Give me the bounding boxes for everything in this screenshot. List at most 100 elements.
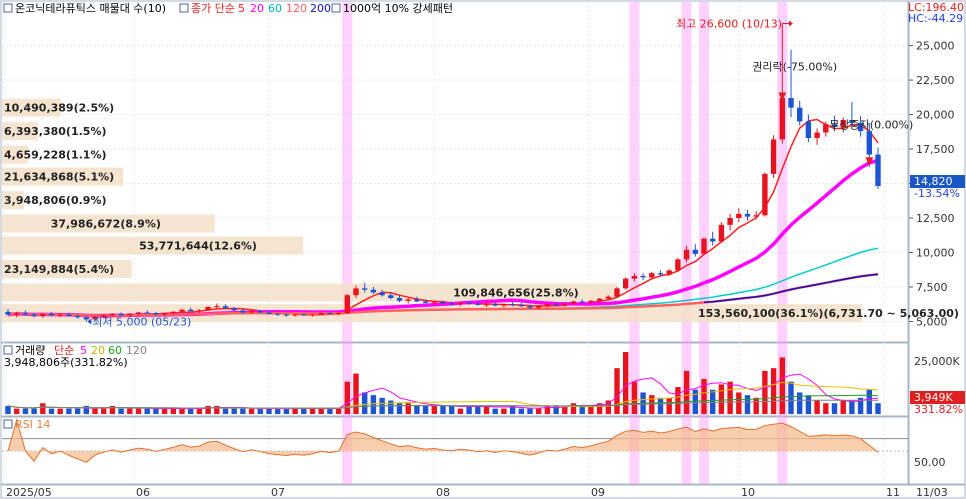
candle-body	[362, 288, 368, 290]
rsi-legend-title: RSI 14	[15, 418, 50, 431]
price-tick-label: 25,000	[916, 40, 955, 53]
volume-bar	[266, 408, 272, 414]
volume-bar	[666, 397, 672, 414]
volume-profile-label: 3,948,806(0.9%)	[4, 194, 107, 207]
legend-box-icon[interactable]	[3, 3, 13, 13]
candle-body	[144, 312, 150, 314]
candle-body	[710, 238, 716, 242]
date-tick-label: 09	[591, 486, 605, 499]
candle-body	[649, 273, 655, 278]
candle-body	[501, 304, 507, 306]
volume-bar	[257, 408, 263, 414]
candle-body	[875, 154, 881, 186]
volume-bar	[536, 408, 542, 414]
legend-symbol: 온코닉테라퓨틱스 매물대 수(10)	[15, 2, 166, 15]
legend-ma-60: 60	[268, 2, 282, 15]
candle-body	[74, 315, 81, 318]
volume-bar	[48, 408, 55, 414]
candle-body	[196, 310, 203, 312]
volume-bar	[492, 408, 498, 414]
volume-bar	[866, 389, 872, 414]
volume-bar	[309, 408, 316, 414]
date-tick-label: 11/03	[916, 486, 948, 499]
candle-body	[779, 98, 785, 140]
volume-profile-label: 53,771,644(12.6%)	[139, 240, 257, 253]
candle-body	[214, 306, 220, 308]
volume-bar	[22, 408, 29, 414]
volume-bar	[779, 357, 785, 414]
candle-body	[188, 309, 194, 312]
volume-bar	[362, 392, 368, 414]
candle-body	[449, 303, 455, 305]
candle-body	[657, 273, 664, 275]
candle-body	[457, 302, 464, 305]
volume-bar	[153, 408, 159, 414]
volume-bar	[831, 403, 838, 414]
candle-body	[5, 311, 11, 315]
candle-body	[275, 313, 281, 315]
volume-bar	[170, 408, 176, 414]
volume-bar	[457, 408, 464, 414]
candle-body	[762, 173, 768, 216]
volume-bar	[727, 381, 733, 414]
candle-body	[266, 312, 272, 314]
volume-bar	[849, 400, 855, 414]
candle-body	[623, 278, 629, 289]
volume-bar	[736, 392, 742, 414]
volume-bar	[814, 400, 820, 414]
candle-body	[814, 132, 820, 138]
candle-body	[83, 317, 89, 320]
rsi-legend-box-icon[interactable]	[3, 419, 13, 429]
date-tick-label: 11	[886, 486, 900, 499]
candle-body	[257, 311, 263, 313]
volume-bar	[144, 408, 150, 414]
candle-body	[823, 124, 829, 133]
candle-body	[770, 139, 777, 174]
candle-body	[614, 288, 620, 297]
volume-bar	[179, 408, 185, 414]
candle-body	[309, 314, 316, 316]
price-tick-label: 12,500	[916, 212, 955, 225]
candle-body	[701, 238, 707, 254]
candle-body	[318, 313, 324, 315]
candle-body	[631, 275, 638, 279]
stock-chart[interactable]: 153,560,100(36.1%)(6,731.70 ~ 5,063.00)1…	[0, 0, 966, 499]
volume-bar	[40, 403, 46, 414]
legend-ma-200: 200	[310, 2, 331, 15]
candle-body	[797, 107, 803, 122]
candle-body	[353, 288, 359, 296]
legend-ma-box-icon[interactable]	[179, 3, 189, 13]
volume-bar	[570, 403, 577, 414]
price-tick-label: 20,000	[916, 109, 955, 122]
price-tick-label: 22,500	[916, 74, 955, 87]
volume-bar	[370, 395, 377, 414]
candle-body	[727, 218, 733, 225]
legend-pattern-box-icon[interactable]	[331, 3, 341, 13]
volume-bar	[527, 408, 533, 414]
candle-body	[153, 313, 159, 315]
price-tick-label: 10,000	[916, 246, 955, 259]
candle-body	[605, 296, 611, 299]
volume-bar	[422, 405, 429, 414]
volume-legend-box-icon[interactable]	[3, 345, 13, 355]
candle-body	[640, 275, 646, 278]
candle-body	[379, 292, 385, 296]
volume-bar	[718, 384, 725, 414]
candle-body	[518, 304, 524, 307]
volume-profile-label: 21,634,868(5.1%)	[4, 171, 114, 184]
volume-bar	[744, 395, 751, 414]
volume-bar	[788, 381, 794, 414]
volume-bar	[101, 408, 107, 414]
legend-ma-5: 5	[238, 2, 245, 15]
candle-body	[135, 312, 142, 314]
candle-body	[683, 249, 690, 260]
volume-bar	[118, 408, 124, 414]
volume-bar	[396, 403, 403, 414]
candle-body	[579, 301, 585, 303]
hc-readout: HC:-44.29	[908, 12, 963, 25]
candle-body	[422, 301, 429, 303]
candle-body	[344, 295, 350, 314]
volume-bar	[188, 408, 194, 414]
high-annotation: 최고 26,600 (10/13)	[676, 18, 782, 31]
volume-bar	[692, 389, 698, 414]
